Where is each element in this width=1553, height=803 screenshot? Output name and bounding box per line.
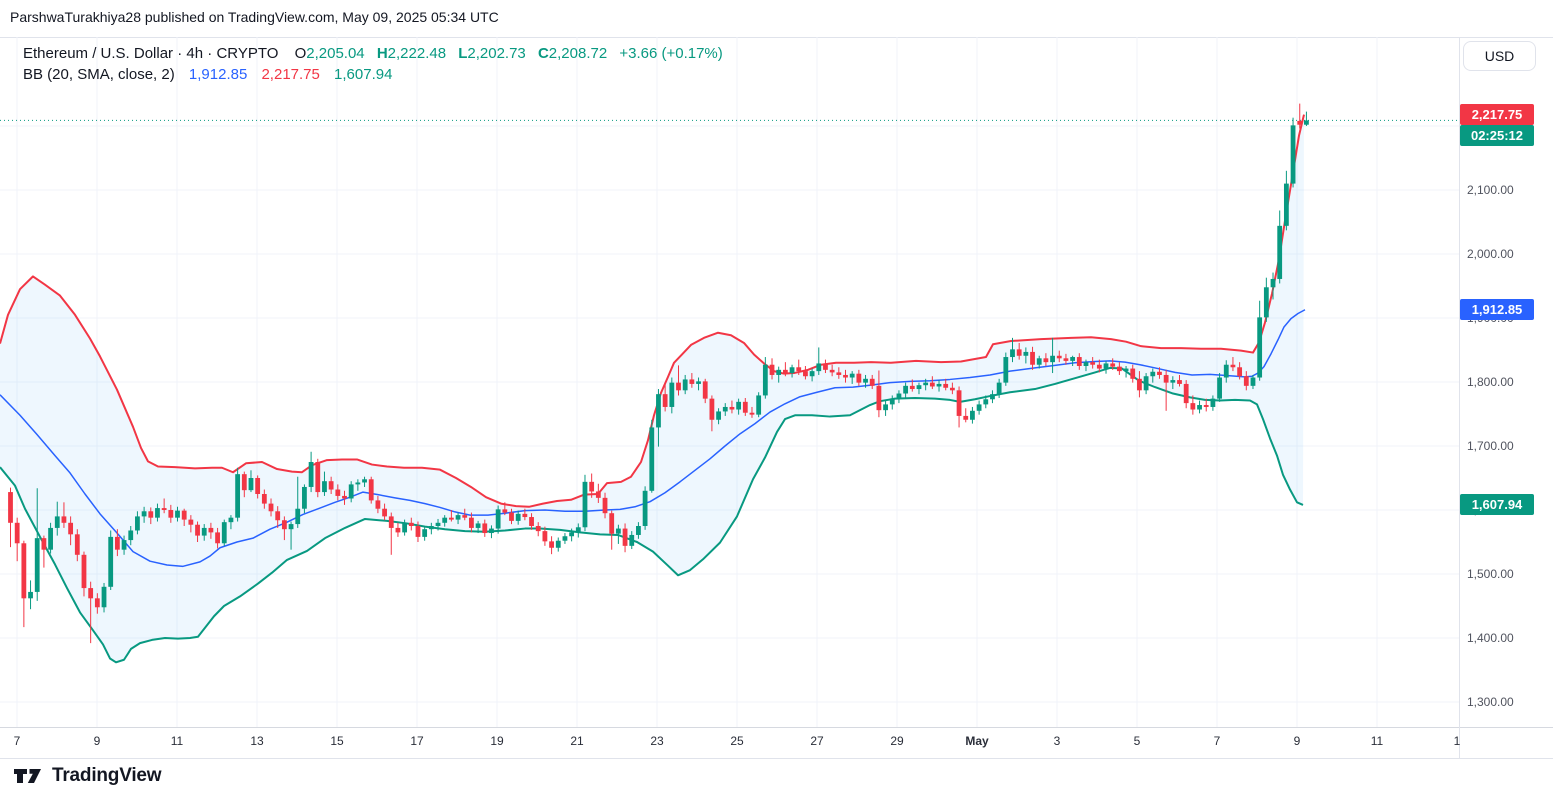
indicator-title[interactable]: BB (20, SMA, close, 2)	[23, 66, 175, 83]
y-axis-label: 1,400.00	[1467, 631, 1514, 645]
y-axis-label: 1,700.00	[1467, 439, 1514, 453]
bottom-divider	[0, 758, 1553, 759]
symbol-legend[interactable]: Ethereum / U.S. Dollar · 4h · CRYPTO O2,…	[23, 45, 723, 62]
chart-plot-area[interactable]	[0, 37, 1459, 727]
y-axis-label: 1,800.00	[1467, 375, 1514, 389]
y-axis-label: 2,100.00	[1467, 183, 1514, 197]
x-axis-label: 9	[1294, 734, 1301, 748]
legend-separator2: ·	[203, 45, 216, 62]
bb-basis-value: 1,912.85	[189, 66, 247, 83]
bb-upper-value: 2,217.75	[261, 66, 319, 83]
x-axis-label: 13	[250, 734, 263, 748]
price-badge-band-basis: 1,912.85	[1460, 299, 1534, 320]
x-axis-label: 7	[14, 734, 21, 748]
tradingview-logo[interactable]: TradingView	[13, 765, 161, 787]
tradingview-logo-text: TradingView	[52, 765, 161, 787]
currency-toggle-button[interactable]: USD	[1463, 41, 1536, 71]
y-axis-label: 1,500.00	[1467, 567, 1514, 581]
x-axis-label: 11	[171, 734, 183, 748]
x-axis-label: 3	[1054, 734, 1061, 748]
bb-fill	[0, 115, 1304, 663]
ohlc-open: O2,205.04	[295, 45, 365, 62]
x-axis-label: 25	[730, 734, 743, 748]
indicator-legend[interactable]: BB (20, SMA, close, 2) 1,912.85 2,217.75…	[23, 66, 392, 83]
x-axis-label: 23	[650, 734, 663, 748]
price-badge-band-lower: 1,607.94	[1460, 494, 1534, 515]
price-badge-band-upper: 2,217.75	[1460, 104, 1534, 125]
ohlc-low: L2,202.73	[458, 45, 526, 62]
price-badge-countdown: 02:25:12	[1460, 125, 1534, 146]
interval-label[interactable]: 4h	[186, 45, 203, 62]
x-axis-label: 27	[810, 734, 823, 748]
x-axis-label: 17	[410, 734, 423, 748]
time-scale-divider	[0, 727, 1553, 728]
exchange-label: CRYPTO	[216, 45, 278, 62]
bb-lower-value: 1,607.94	[334, 66, 392, 83]
x-axis-label: 15	[330, 734, 343, 748]
x-axis-label: 19	[490, 734, 503, 748]
ohlc-high: H2,222.48	[377, 45, 446, 62]
tradingview-logo-icon	[13, 766, 43, 786]
attribution-text: ParshwaTurakhiya28 published on TradingV…	[10, 9, 499, 25]
x-axis-label: 1	[1454, 734, 1461, 748]
x-axis-label: May	[965, 734, 988, 748]
symbol-title[interactable]: Ethereum / U.S. Dollar	[23, 45, 173, 62]
x-axis-label: 29	[890, 734, 903, 748]
y-axis-label: 1,300.00	[1467, 695, 1514, 709]
x-axis-label: 21	[570, 734, 583, 748]
tradingview-snapshot: ParshwaTurakhiya28 published on TradingV…	[0, 0, 1553, 803]
x-axis-label: 5	[1134, 734, 1141, 748]
ohlc-close: C2,208.72	[538, 45, 607, 62]
x-axis-label: 7	[1214, 734, 1221, 748]
change-label: +3.66 (+0.17%)	[619, 45, 722, 62]
x-axis-label: 11	[1371, 734, 1383, 748]
x-axis-label: 9	[94, 734, 101, 748]
y-axis-label: 2,000.00	[1467, 247, 1514, 261]
